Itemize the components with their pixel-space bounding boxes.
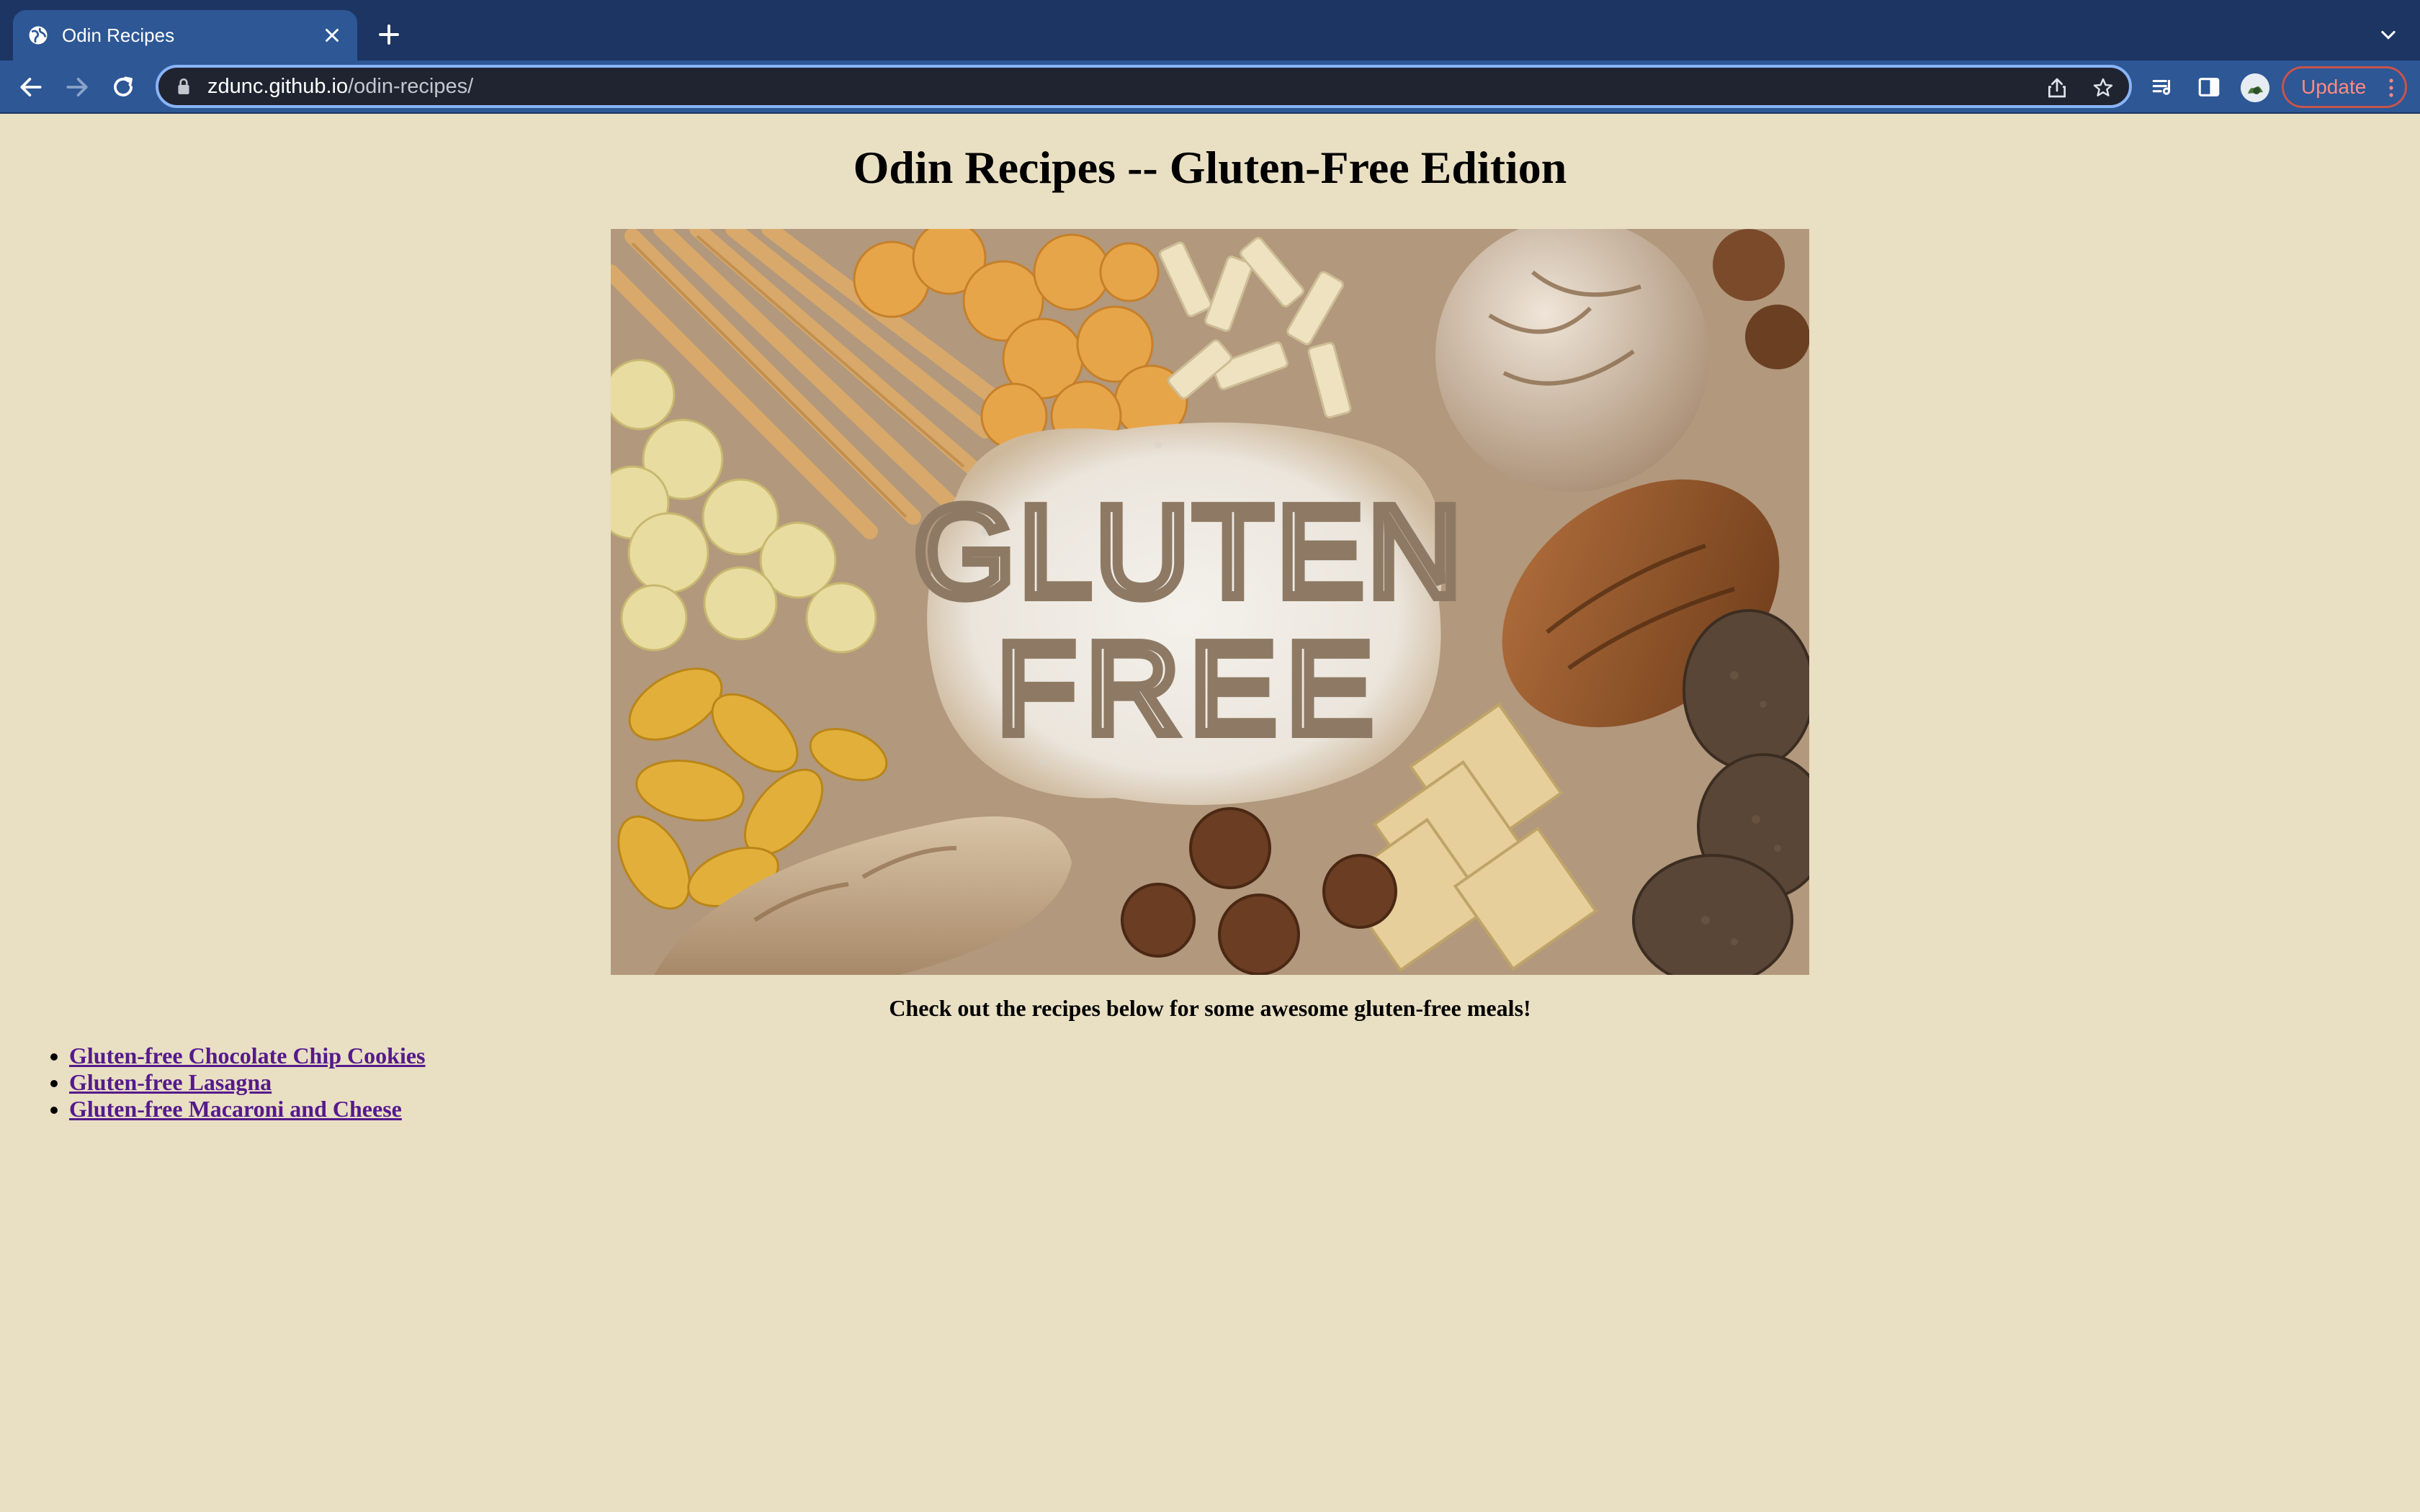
- forward-icon[interactable]: [63, 73, 91, 101]
- recipe-list: Gluten-free Chocolate Chip Cookies Glute…: [0, 1043, 425, 1122]
- url-host: zdunc.github.io: [207, 74, 349, 98]
- update-button[interactable]: Update: [2282, 66, 2407, 108]
- tab-strip: Odin Recipes: [0, 0, 2420, 60]
- close-icon[interactable]: [321, 24, 343, 46]
- list-item: Gluten-free Lasagna: [69, 1069, 425, 1096]
- recipe-link-mac-and-cheese[interactable]: Gluten-free Macaroni and Cheese: [69, 1096, 402, 1122]
- page-title: Odin Recipes -- Gluten-Free Edition: [853, 142, 1567, 193]
- profile-picture-icon: [2241, 73, 2269, 102]
- url-path: /odin-recipes/: [348, 74, 474, 98]
- new-tab-icon[interactable]: [376, 22, 402, 48]
- browser-toolbar: zdunc.github.io/odin-recipes/ Update: [0, 60, 2420, 114]
- flour-text-gluten: GLUTEN: [914, 480, 1466, 624]
- share-icon[interactable]: [2045, 76, 2069, 99]
- tagline: Check out the recipes below for some awe…: [889, 995, 1531, 1021]
- chevron-down-icon[interactable]: [2378, 24, 2398, 45]
- address-bar[interactable]: zdunc.github.io/odin-recipes/: [156, 65, 2132, 108]
- tab-odin-recipes[interactable]: Odin Recipes: [13, 10, 357, 60]
- list-item: Gluten-free Macaroni and Cheese: [69, 1096, 425, 1122]
- avatar[interactable]: [2241, 73, 2269, 102]
- list-item: Gluten-free Chocolate Chip Cookies: [69, 1043, 425, 1069]
- star-icon[interactable]: [2092, 76, 2115, 99]
- flour-text-free: FREE: [997, 616, 1383, 761]
- reading-list-icon[interactable]: [2151, 75, 2175, 99]
- update-button-label: Update: [2301, 76, 2367, 98]
- recipe-link-lasagna[interactable]: Gluten-free Lasagna: [69, 1069, 272, 1095]
- hero-image: GLUTEN FREE: [611, 229, 1809, 975]
- reload-icon[interactable]: [109, 73, 137, 101]
- back-icon[interactable]: [17, 73, 45, 101]
- lock-icon[interactable]: [176, 77, 192, 96]
- side-panel-icon[interactable]: [2197, 75, 2221, 99]
- more-vert-icon: [2389, 78, 2393, 97]
- tab-title: Odin Recipes: [62, 24, 175, 46]
- globe-icon: [29, 26, 48, 45]
- recipe-link-cookies[interactable]: Gluten-free Chocolate Chip Cookies: [69, 1043, 425, 1068]
